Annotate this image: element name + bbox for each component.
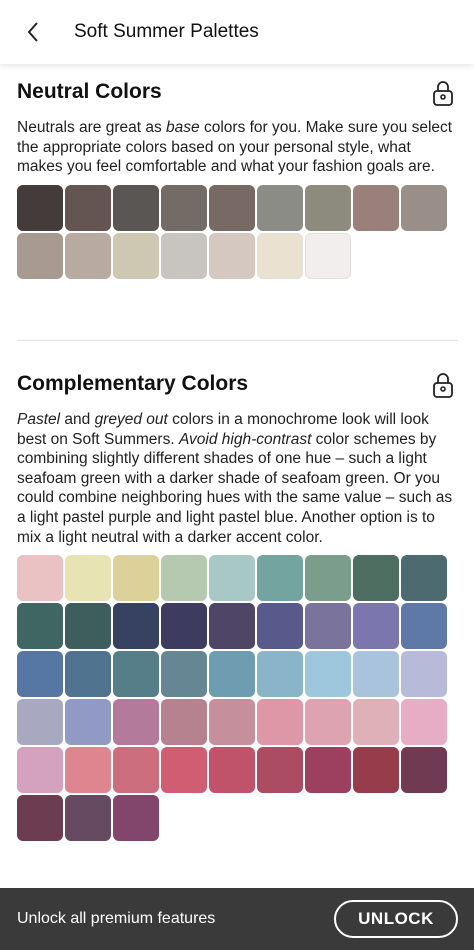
color-swatch[interactable] [257, 651, 303, 698]
color-swatch[interactable] [353, 747, 399, 794]
color-swatch[interactable] [257, 232, 303, 279]
color-swatch[interactable] [401, 651, 447, 698]
color-swatch[interactable] [353, 184, 399, 231]
premium-banner: Unlock all premium features UNLOCK [0, 888, 474, 950]
padlock-icon[interactable] [432, 372, 454, 398]
section-divider [17, 340, 458, 341]
description-text: and [60, 411, 95, 428]
color-swatch[interactable] [257, 699, 303, 746]
color-swatch[interactable] [305, 232, 351, 279]
premium-banner-text: Unlock all premium features [17, 910, 216, 927]
color-swatch[interactable] [17, 747, 63, 794]
color-swatch[interactable] [257, 747, 303, 794]
color-swatch[interactable] [353, 699, 399, 746]
color-swatch[interactable] [17, 795, 63, 842]
color-swatch[interactable] [209, 651, 255, 698]
complementary-colors-title: Complementary Colors [17, 372, 249, 395]
emphasized-text: Avoid high-contrast [178, 430, 312, 448]
page-title: Soft Summer Palettes [74, 21, 259, 42]
color-swatch[interactable] [113, 747, 159, 794]
color-swatch[interactable] [401, 184, 447, 231]
neutral-colors-description: Neutrals are great as base colors for yo… [17, 118, 458, 177]
back-button[interactable] [18, 17, 48, 47]
color-swatch[interactable] [161, 555, 207, 602]
padlock-icon[interactable] [432, 80, 454, 106]
color-swatch[interactable] [17, 603, 63, 650]
complementary-colors-section: Complementary Colors Pastel and greyed o… [17, 372, 458, 842]
color-swatch[interactable] [65, 699, 111, 746]
color-swatch[interactable] [209, 747, 255, 794]
neutral-colors-title: Neutral Colors [17, 80, 162, 103]
emphasized-text: base [166, 119, 200, 136]
color-swatch[interactable] [401, 603, 447, 650]
color-swatch[interactable] [65, 795, 111, 842]
color-swatch[interactable] [113, 232, 159, 279]
color-swatch[interactable] [17, 555, 63, 602]
top-bar: Soft Summer Palettes [0, 0, 474, 64]
neutral-swatch-grid [17, 184, 458, 279]
color-swatch[interactable] [161, 603, 207, 650]
complementary-colors-description: Pastel and greyed out colors in a monoch… [17, 410, 458, 547]
color-swatch[interactable] [305, 184, 351, 231]
color-swatch[interactable] [305, 747, 351, 794]
chevron-left-icon [27, 22, 38, 42]
color-swatch[interactable] [161, 651, 207, 698]
color-swatch[interactable] [305, 651, 351, 698]
color-swatch[interactable] [113, 184, 159, 231]
color-swatch[interactable] [161, 747, 207, 794]
color-swatch[interactable] [17, 232, 63, 279]
emphasized-text: greyed out [94, 411, 168, 428]
color-swatch[interactable] [113, 555, 159, 602]
color-swatch[interactable] [209, 184, 255, 231]
color-swatch[interactable] [209, 232, 255, 279]
color-swatch[interactable] [65, 232, 111, 279]
unlock-button[interactable]: UNLOCK [334, 900, 458, 938]
color-swatch[interactable] [113, 795, 159, 842]
color-swatch[interactable] [257, 184, 303, 231]
color-swatch[interactable] [65, 603, 111, 650]
color-swatch[interactable] [209, 555, 255, 602]
color-swatch[interactable] [113, 603, 159, 650]
color-swatch[interactable] [401, 747, 447, 794]
color-swatch[interactable] [353, 555, 399, 602]
color-swatch[interactable] [113, 651, 159, 698]
emphasized-text: Pastel [17, 411, 61, 428]
color-swatch[interactable] [161, 699, 207, 746]
color-swatch[interactable] [161, 184, 207, 231]
color-swatch[interactable] [209, 603, 255, 650]
description-text: Neutrals are great as [17, 119, 167, 136]
complementary-swatch-grid [17, 555, 458, 842]
color-swatch[interactable] [113, 699, 159, 746]
color-swatch[interactable] [17, 651, 63, 698]
color-swatch[interactable] [305, 699, 351, 746]
color-swatch[interactable] [65, 651, 111, 698]
color-swatch[interactable] [17, 184, 63, 231]
neutral-colors-section: Neutral Colors Neutrals are great as bas… [17, 80, 458, 279]
color-swatch[interactable] [65, 184, 111, 231]
palette-content[interactable]: Neutral Colors Neutrals are great as bas… [0, 64, 474, 888]
color-swatch[interactable] [401, 699, 447, 746]
color-swatch[interactable] [161, 232, 207, 279]
color-swatch[interactable] [305, 603, 351, 650]
color-swatch[interactable] [305, 555, 351, 602]
color-swatch[interactable] [401, 555, 447, 602]
color-swatch[interactable] [17, 699, 63, 746]
color-swatch[interactable] [65, 747, 111, 794]
color-swatch[interactable] [209, 699, 255, 746]
color-swatch[interactable] [65, 555, 111, 602]
color-swatch[interactable] [353, 651, 399, 698]
color-swatch[interactable] [257, 555, 303, 602]
color-swatch[interactable] [353, 603, 399, 650]
color-swatch[interactable] [257, 603, 303, 650]
